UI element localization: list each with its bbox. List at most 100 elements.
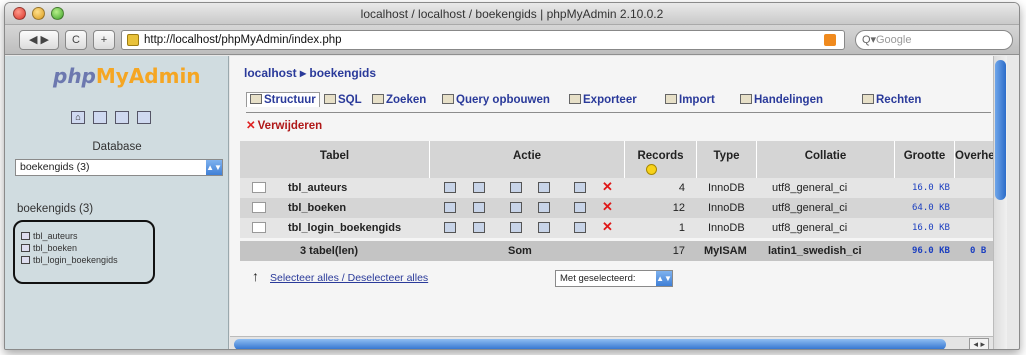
phpmyadmin-logo[interactable]: phpMyAdmin <box>53 64 201 88</box>
summary-collation: latin1_swedish_ci <box>768 245 862 257</box>
structure-icon <box>250 94 262 104</box>
database-selected-value: boekengids (3) <box>20 161 90 173</box>
sql-icon <box>324 94 336 104</box>
tab-exporteer[interactable]: Exporteer <box>569 94 637 106</box>
vertical-scrollbar[interactable] <box>993 56 1007 349</box>
operations-icon <box>740 94 752 104</box>
row-checkbox[interactable] <box>252 222 266 233</box>
sidebar-table-list: tbl_auteurs tbl_boeken tbl_login_boekeng… <box>13 220 155 284</box>
browse-icon[interactable] <box>444 222 456 233</box>
vertical-scroll-thumb[interactable] <box>995 60 1006 200</box>
privileges-icon <box>862 94 874 104</box>
tab-zoeken[interactable]: Zoeken <box>372 94 426 106</box>
table-icon <box>21 232 30 240</box>
empty-icon[interactable] <box>574 222 586 233</box>
browse-icon[interactable] <box>444 182 456 193</box>
structure-icon[interactable] <box>473 202 485 213</box>
summary-records: 17 <box>672 245 685 257</box>
add-bookmark-button[interactable]: + <box>93 30 115 50</box>
sidebar-item-tbl-login-boekengids[interactable]: tbl_login_boekengids <box>21 254 153 266</box>
sql-window-icon[interactable] <box>93 111 107 124</box>
column-header-type[interactable]: Type <box>697 141 757 178</box>
docs-icon[interactable] <box>115 111 129 124</box>
empty-icon[interactable] <box>574 182 586 193</box>
title-bar: localhost / localhost / boekengids | php… <box>5 3 1019 25</box>
insert-icon[interactable] <box>538 222 550 233</box>
scroll-arrows[interactable]: ◂ ▸ <box>969 338 989 349</box>
column-header-collatie[interactable]: Collatie <box>757 141 895 178</box>
tab-rechten[interactable]: Rechten <box>862 94 921 106</box>
tab-import[interactable]: Import <box>665 94 715 106</box>
column-header-grootte[interactable]: Grootte <box>895 141 955 178</box>
column-header-tabel[interactable]: Tabel <box>240 141 430 178</box>
summary-size: 96.0 KB <box>912 246 950 256</box>
main-frame: localhost ▸ boekengids Structuur SQL Zoe… <box>230 56 1007 349</box>
table-name[interactable]: tbl_boeken <box>288 198 346 218</box>
tab-sql[interactable]: SQL <box>324 94 362 106</box>
empty-icon[interactable] <box>574 202 586 213</box>
column-header-records[interactable]: Records <box>625 141 697 178</box>
type-value: InnoDB <box>708 182 745 194</box>
table-icon <box>21 244 30 252</box>
summary-sum-label: Som <box>508 245 532 257</box>
select-arrow-icon: ▲▼ <box>656 271 672 286</box>
with-selected-value: Met geselecteerd: <box>560 273 636 284</box>
search-icon[interactable] <box>510 222 522 233</box>
breadcrumb[interactable]: localhost ▸ boekengids <box>244 66 376 80</box>
import-icon <box>665 94 677 104</box>
tab-structuur[interactable]: Structuur <box>246 92 320 107</box>
column-header-actie: Actie <box>430 141 625 178</box>
database-title[interactable]: boekengids (3) <box>17 203 93 215</box>
window-title: localhost / localhost / boekengids | php… <box>360 7 664 21</box>
back-forward-button[interactable]: ◀ ▶ <box>19 30 59 50</box>
select-all-link[interactable]: Selecteer alles / Deselecteer alles <box>270 272 428 284</box>
sidebar-item-tbl-boeken[interactable]: tbl_boeken <box>21 242 153 254</box>
records-value: 1 <box>678 222 685 234</box>
size-value[interactable]: 16.0 KB <box>912 178 950 198</box>
site-icon <box>127 34 139 46</box>
browser-window: localhost / localhost / boekengids | php… <box>4 2 1020 350</box>
insert-icon[interactable] <box>538 182 550 193</box>
home-icon[interactable]: ⌂ <box>71 111 85 124</box>
horizontal-scroll-thumb[interactable] <box>234 339 946 349</box>
address-bar[interactable]: http://localhost/phpMyAdmin/index.php <box>121 30 845 50</box>
table-row: tbl_login_boekengids ✕ 1 InnoDB utf8_gen… <box>240 218 993 238</box>
structure-icon[interactable] <box>473 182 485 193</box>
drop-icon[interactable]: ✕ <box>602 219 613 235</box>
with-selected-select[interactable]: Met geselecteerd: ▲▼ <box>555 270 673 287</box>
reload-button[interactable]: C <box>65 30 87 50</box>
help-icon[interactable] <box>137 111 151 124</box>
search-icon[interactable] <box>510 202 522 213</box>
type-value: InnoDB <box>708 202 745 214</box>
sidebar-item-tbl-auteurs[interactable]: tbl_auteurs <box>21 230 153 242</box>
query-icon <box>442 94 454 104</box>
horizontal-scrollbar[interactable]: ◂ ▸ <box>230 336 993 349</box>
structure-icon[interactable] <box>473 222 485 233</box>
row-checkbox[interactable] <box>252 202 266 213</box>
tab-handelingen[interactable]: Handelingen <box>740 94 823 106</box>
table-name[interactable]: tbl_auteurs <box>288 178 347 198</box>
rss-icon[interactable] <box>824 34 836 46</box>
search-icon[interactable] <box>510 182 522 193</box>
tab-verwijderen[interactable]: ✕ Verwijderen <box>246 118 322 132</box>
browser-toolbar: ◀ ▶ C + http://localhost/phpMyAdmin/inde… <box>5 25 1019 55</box>
page-content: phpMyAdmin ⌂ Database boekengids (3) ▲▼ … <box>5 56 1019 349</box>
database-select[interactable]: boekengids (3) ▲▼ <box>15 159 223 176</box>
search-input[interactable]: Q▾ Google <box>855 30 1013 50</box>
column-header-overhead[interactable]: Overhe <box>955 141 995 178</box>
row-checkbox[interactable] <box>252 182 266 193</box>
table-icon <box>21 256 30 264</box>
tab-query-opbouwen[interactable]: Query opbouwen <box>442 94 550 106</box>
table-row: tbl_boeken ✕ 12 InnoDB utf8_general_ci 6… <box>240 198 993 218</box>
size-value[interactable]: 64.0 KB <box>912 198 950 218</box>
browse-icon[interactable] <box>444 202 456 213</box>
drop-icon[interactable]: ✕ <box>602 199 613 215</box>
url-text: http://localhost/phpMyAdmin/index.php <box>144 34 342 46</box>
size-value[interactable]: 16.0 KB <box>912 218 950 238</box>
database-label: Database <box>92 141 142 153</box>
table-name[interactable]: tbl_login_boekengids <box>288 218 401 238</box>
collation-value: utf8_general_ci <box>772 182 848 194</box>
summary-overhead: 0 B <box>970 246 987 256</box>
drop-icon[interactable]: ✕ <box>602 179 613 195</box>
insert-icon[interactable] <box>538 202 550 213</box>
